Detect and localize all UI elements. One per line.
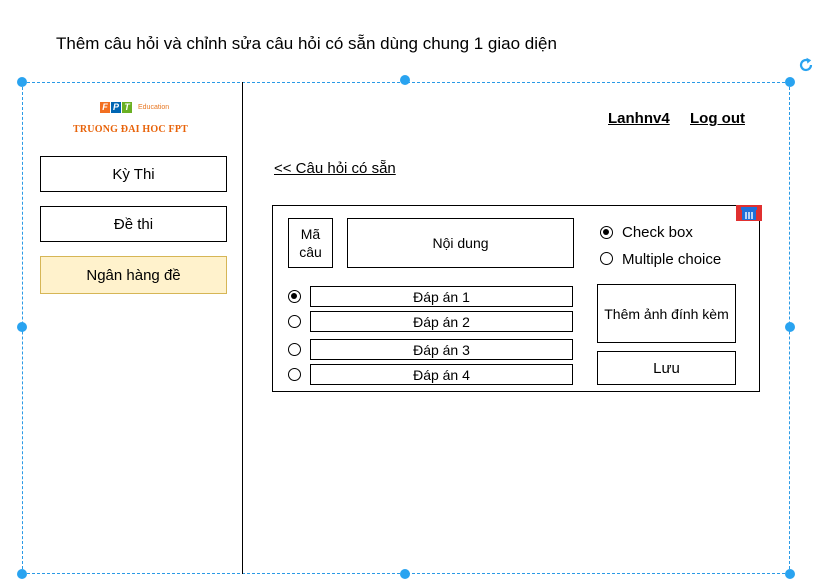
resize-handle-left[interactable] — [17, 322, 27, 332]
sidebar-item-label: Ngân hàng đề — [86, 266, 181, 284]
radio-label: Multiple choice — [622, 251, 722, 268]
resize-handle-top[interactable] — [400, 75, 410, 85]
sidebar-divider — [242, 82, 243, 574]
radio-checkbox-type[interactable] — [600, 226, 613, 239]
user-link[interactable]: Lanhnv4 — [608, 110, 670, 127]
resize-handle-top-right[interactable] — [785, 77, 795, 87]
resize-handle-bottom[interactable] — [400, 569, 410, 579]
rotate-icon[interactable] — [798, 57, 814, 73]
question-content-label: Nội dung — [432, 235, 489, 251]
resize-handle-bottom-right[interactable] — [785, 569, 795, 579]
answer-radio-1[interactable] — [288, 290, 301, 303]
logo-letter: F — [100, 102, 110, 113]
logo-school-name: TRUONG ĐAI HOC FPT — [73, 124, 188, 135]
resize-handle-top-left[interactable] — [17, 77, 27, 87]
resize-handle-bottom-left[interactable] — [17, 569, 27, 579]
logout-link[interactable]: Log out — [690, 110, 745, 127]
answer-input-2[interactable]: Đáp án 2 — [310, 311, 573, 332]
radio-multiple-choice-type[interactable] — [600, 252, 613, 265]
question-code-field[interactable]: Mã câu — [288, 218, 333, 268]
answer-label: Đáp án 1 — [413, 288, 470, 305]
radio-label: Check box — [622, 224, 693, 241]
answer-radio-3[interactable] — [288, 343, 301, 356]
trash-icon[interactable] — [736, 204, 762, 221]
attach-image-label: Thêm ảnh đính kèm — [604, 305, 729, 322]
sidebar-item-ky-thi[interactable]: Kỳ Thi — [40, 156, 227, 192]
mockup-caption: Thêm câu hỏi và chỉnh sửa câu hỏi có sẵn… — [56, 34, 557, 53]
save-button[interactable]: Lưu — [597, 351, 736, 385]
sidebar-item-label: Đề thi — [113, 215, 154, 233]
answer-radio-2[interactable] — [288, 315, 301, 328]
answer-input-1[interactable]: Đáp án 1 — [310, 286, 573, 307]
resize-handle-right[interactable] — [785, 322, 795, 332]
sidebar-item-de-thi[interactable]: Đề thi — [40, 206, 227, 242]
school-logo: F P T Education TRUONG ĐAI HOC FPT — [66, 100, 206, 140]
fpt-logo-mark: F P T — [100, 102, 132, 113]
answer-radio-4[interactable] — [288, 368, 301, 381]
question-content-field[interactable]: Nội dung — [347, 218, 574, 268]
back-to-questions-link[interactable]: << Câu hỏi có sẵn — [274, 160, 396, 177]
sidebar-item-label: Kỳ Thi — [112, 165, 155, 183]
logo-education-text: Education — [138, 104, 170, 111]
sidebar-item-ngan-hang-de[interactable]: Ngân hàng đề — [40, 256, 227, 294]
question-code-label: Mã câu — [299, 226, 322, 260]
attach-image-button[interactable]: Thêm ảnh đính kèm — [597, 284, 736, 343]
logo-letter: T — [122, 102, 132, 113]
answer-input-3[interactable]: Đáp án 3 — [310, 339, 573, 360]
save-label: Lưu — [653, 359, 680, 377]
answer-label: Đáp án 3 — [413, 341, 470, 358]
logo-letter: P — [111, 102, 121, 113]
answer-label: Đáp án 4 — [413, 366, 470, 383]
answer-label: Đáp án 2 — [413, 313, 470, 330]
answer-input-4[interactable]: Đáp án 4 — [310, 364, 573, 385]
